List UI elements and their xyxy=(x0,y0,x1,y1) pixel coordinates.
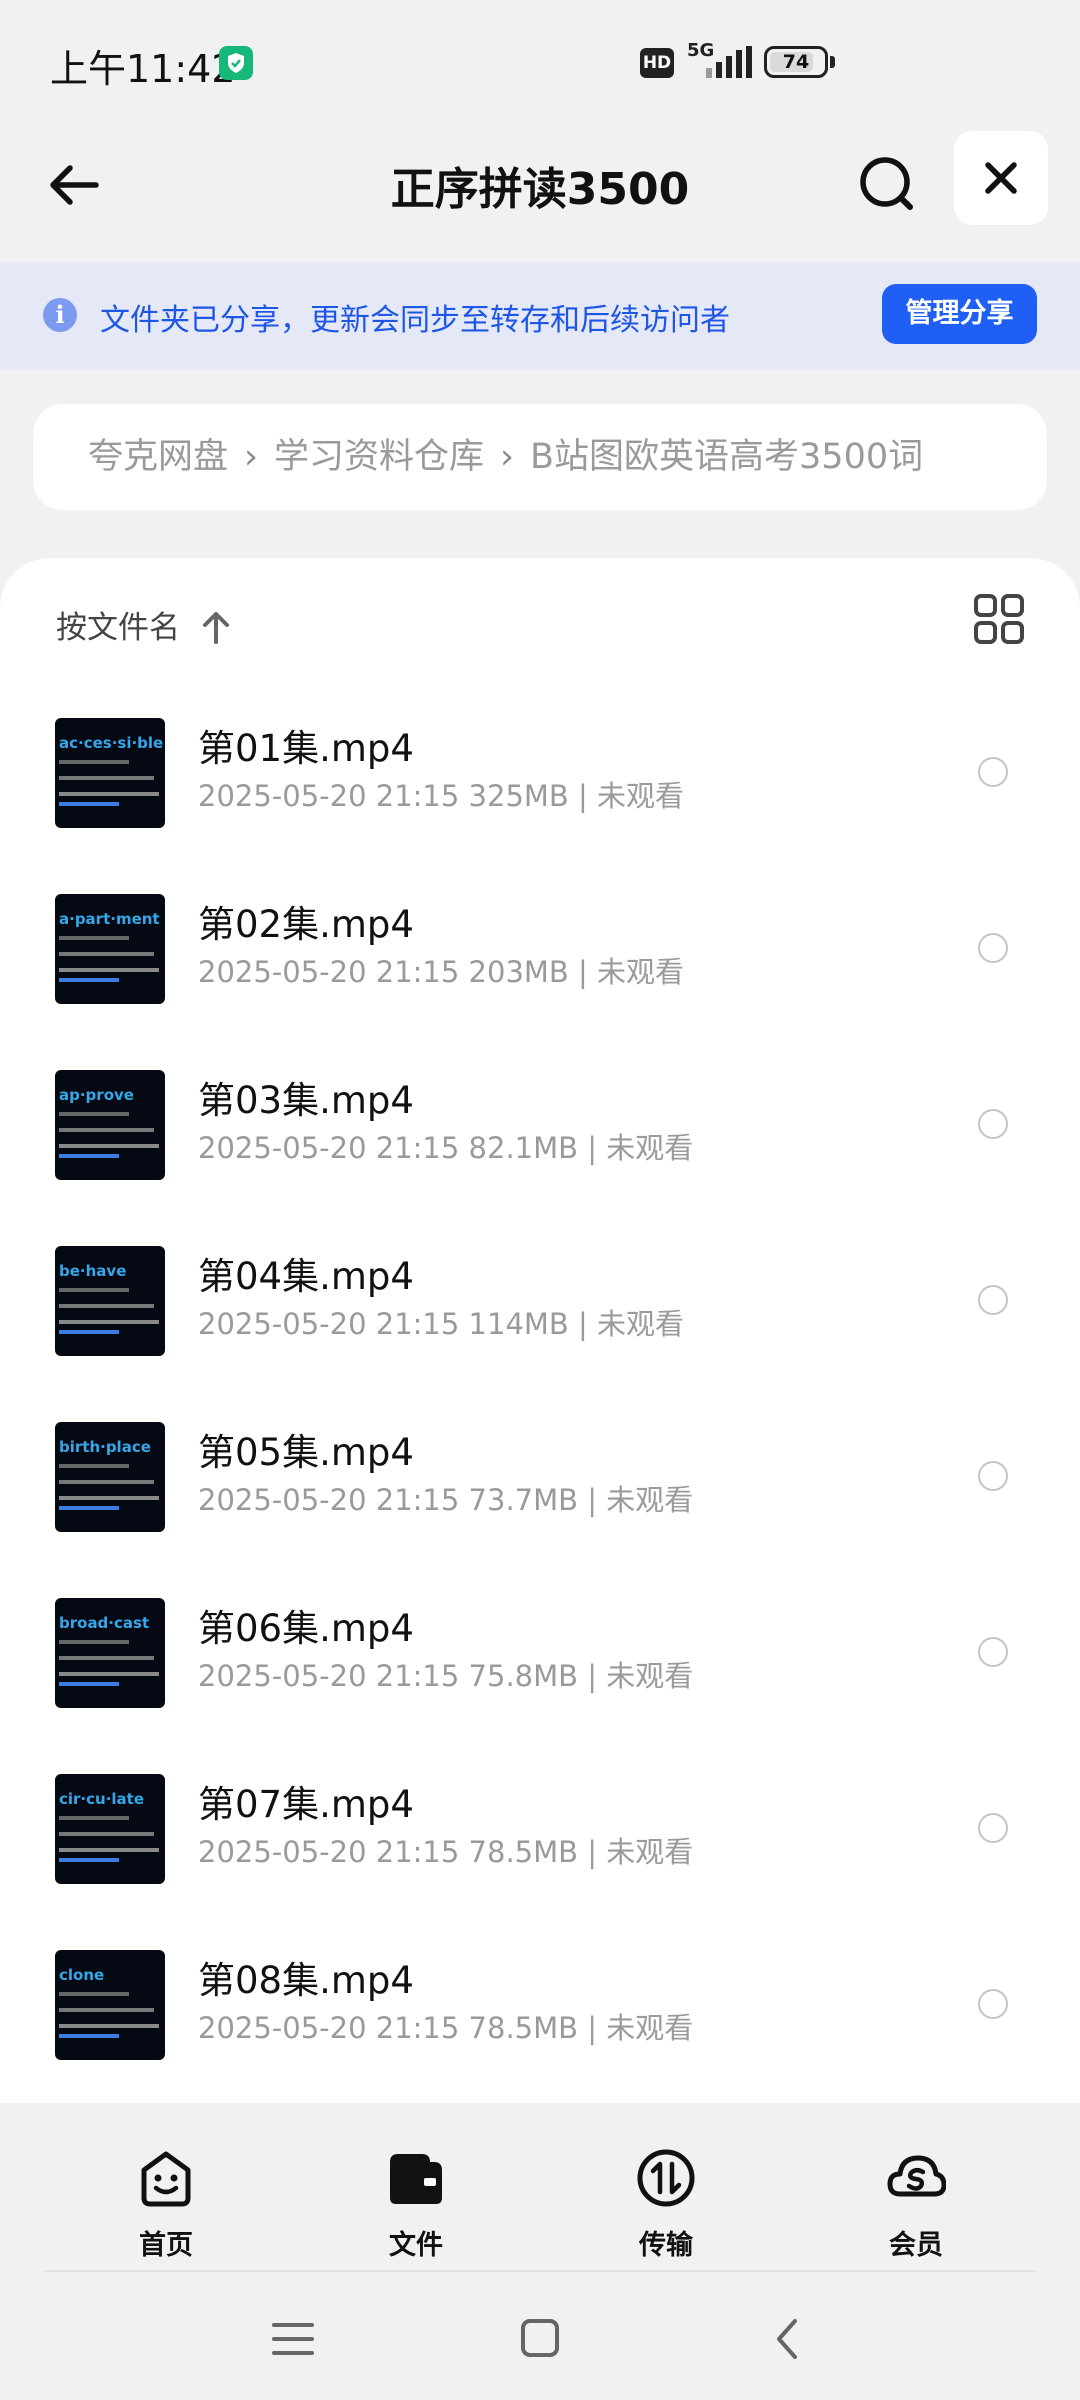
video-thumbnail: clone xyxy=(55,1950,165,2060)
video-thumbnail: be·have xyxy=(55,1246,165,1356)
select-checkbox[interactable] xyxy=(978,1285,1008,1315)
vip-cloud-icon xyxy=(887,2155,946,2197)
grid-view-button[interactable] xyxy=(972,592,1026,646)
nav-item-transfer[interactable]: 传输 xyxy=(606,2148,726,2268)
file-name: 第03集.mp4 xyxy=(198,1079,414,1122)
system-nav-bar xyxy=(0,2272,1080,2400)
hd-voice-icon: HD xyxy=(640,48,674,78)
file-meta: 2025-05-20 21:15 73.7MB | 未观看 xyxy=(198,1483,694,1517)
status-time: 上午11:42 xyxy=(50,47,236,91)
header: 正序拼读3500 xyxy=(0,125,1080,260)
nav-label-home: 首页 xyxy=(139,2230,193,2261)
breadcrumb-item-current[interactable]: B站图欧英语高考3500词 xyxy=(530,437,923,477)
select-checkbox[interactable] xyxy=(978,1637,1008,1667)
file-meta: 2025-05-20 21:15 82.1MB | 未观看 xyxy=(198,1131,694,1165)
file-row[interactable]: broad·cast 第06集.mp4 2025-05-20 21:15 75.… xyxy=(0,1548,1080,1724)
breadcrumb-item-study[interactable]: 学习资料仓库 xyxy=(274,437,484,477)
file-meta: 2025-05-20 21:15 325MB | 未观看 xyxy=(198,779,685,813)
select-checkbox[interactable] xyxy=(978,757,1008,787)
chevron-right-icon: › xyxy=(500,437,515,477)
search-button[interactable] xyxy=(852,149,922,219)
select-checkbox[interactable] xyxy=(978,1109,1008,1139)
battery-level: 74 xyxy=(782,51,810,73)
file-meta: 2025-05-20 21:15 203MB | 未观看 xyxy=(198,955,685,989)
status-bar: 上午11:42 HD 5G 74 xyxy=(0,0,1080,125)
select-checkbox[interactable] xyxy=(978,1989,1008,2019)
file-row[interactable]: a·part·ment 第02集.mp4 2025-05-20 21:15 20… xyxy=(0,844,1080,1020)
file-list-panel: 按文件名 ac·ces·si·ble 第01集.mp4 2025-05-20 2… xyxy=(0,558,1080,2103)
video-thumbnail: ap·prove xyxy=(55,1070,165,1180)
nav-label-files: 文件 xyxy=(389,2230,443,2261)
breadcrumb-item-root[interactable]: 夸克网盘 xyxy=(88,437,228,477)
share-banner: i 文件夹已分享，更新会同步至转存和后续访问者 管理分享 xyxy=(0,262,1080,370)
file-meta: 2025-05-20 21:15 114MB | 未观看 xyxy=(198,1307,685,1341)
share-banner-text: 文件夹已分享，更新会同步至转存和后续访问者 xyxy=(100,303,730,338)
nav-label-vip: 会员 xyxy=(889,2230,943,2261)
folder-icon xyxy=(390,2154,442,2204)
sort-button[interactable]: 按文件名 xyxy=(56,598,180,658)
nav-item-home[interactable]: 首页 xyxy=(106,2148,226,2268)
close-icon xyxy=(985,162,1017,194)
signal-strength-icon xyxy=(706,46,752,78)
video-thumbnail: birth·place xyxy=(55,1422,165,1532)
file-name: 第06集.mp4 xyxy=(198,1607,414,1650)
select-checkbox[interactable] xyxy=(978,1813,1008,1843)
select-checkbox[interactable] xyxy=(978,933,1008,963)
arrow-up-icon xyxy=(203,612,229,644)
menu-icon[interactable] xyxy=(268,2317,318,2361)
close-button[interactable] xyxy=(954,131,1048,225)
search-icon xyxy=(860,157,913,210)
battery-icon: 74 xyxy=(764,46,828,78)
transfer-icon xyxy=(637,2149,695,2207)
file-row[interactable]: cir·cu·late 第07集.mp4 2025-05-20 21:15 78… xyxy=(0,1724,1080,1900)
breadcrumb: 夸克网盘 › 学习资料仓库 › B站图欧英语高考3500词 xyxy=(33,404,1047,510)
back-triangle-icon[interactable] xyxy=(763,2317,813,2361)
file-name: 第04集.mp4 xyxy=(198,1255,414,1298)
info-icon: i xyxy=(43,298,77,332)
nav-item-vip[interactable]: 会员 xyxy=(856,2148,976,2268)
video-thumbnail: cir·cu·late xyxy=(55,1774,165,1884)
file-name: 第07集.mp4 xyxy=(198,1783,414,1826)
video-thumbnail: ac·ces·si·ble xyxy=(55,718,165,828)
home-smiley-icon xyxy=(141,2151,191,2207)
manage-share-button[interactable]: 管理分享 xyxy=(882,284,1037,344)
file-meta: 2025-05-20 21:15 75.8MB | 未观看 xyxy=(198,1659,694,1693)
home-square-icon[interactable] xyxy=(515,2317,565,2361)
nav-item-files[interactable]: 文件 xyxy=(356,2148,476,2268)
file-name: 第01集.mp4 xyxy=(198,727,414,770)
file-name: 第08集.mp4 xyxy=(198,1959,414,2002)
nav-label-transfer: 传输 xyxy=(639,2230,693,2261)
file-row[interactable]: ac·ces·si·ble 第01集.mp4 2025-05-20 21:15 … xyxy=(0,668,1080,844)
file-meta: 2025-05-20 21:15 78.5MB | 未观看 xyxy=(198,2011,694,2045)
file-name: 第02集.mp4 xyxy=(198,903,414,946)
file-row[interactable]: birth·place 第05集.mp4 2025-05-20 21:15 73… xyxy=(0,1372,1080,1548)
file-row[interactable]: be·have 第04集.mp4 2025-05-20 21:15 114MB … xyxy=(0,1196,1080,1372)
file-meta: 2025-05-20 21:15 78.5MB | 未观看 xyxy=(198,1835,694,1869)
file-row[interactable]: ap·prove 第03集.mp4 2025-05-20 21:15 82.1M… xyxy=(0,1020,1080,1196)
file-name: 第05集.mp4 xyxy=(198,1431,414,1474)
video-thumbnail: a·part·ment xyxy=(55,894,165,1004)
sort-label: 按文件名 xyxy=(56,610,180,646)
select-checkbox[interactable] xyxy=(978,1461,1008,1491)
grid-view-icon xyxy=(974,594,1024,644)
chevron-right-icon: › xyxy=(244,437,259,477)
video-thumbnail: broad·cast xyxy=(55,1598,165,1708)
bottom-nav: 首页 文件 传输 会员 xyxy=(0,2103,1080,2273)
file-row[interactable]: clone 第08集.mp4 2025-05-20 21:15 78.5MB |… xyxy=(0,1900,1080,2076)
security-shield-icon xyxy=(219,46,253,80)
